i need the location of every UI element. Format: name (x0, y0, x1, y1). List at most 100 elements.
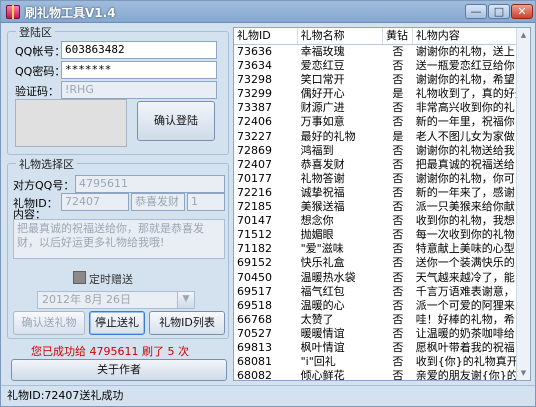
column-header-gift-id[interactable]: 礼物ID (234, 28, 298, 44)
cell-yellow-diamond: 否 (392, 45, 404, 58)
table-row[interactable]: 72869 鸿福到 否谢谢你的礼物送给我 (234, 144, 530, 158)
cell-gift-id: 70147 (237, 214, 272, 228)
table-row[interactable]: 73636 幸福玫瑰 否谢谢你的礼物，送上 (234, 45, 530, 59)
cell-yellow-diamond: 否 (392, 355, 404, 369)
cell-yellow-diamond: 是 (392, 129, 404, 143)
cell-yellow-diamond: 否 (392, 171, 404, 185)
gift-content-textarea[interactable]: 把最真诚的祝福送给你，那就是恭喜发财，以后好运更多礼物给我哦! (13, 219, 225, 259)
cell-gift-id: 72185 (237, 200, 272, 214)
table-row[interactable]: 72406 万事如意 否新的一年里，祝福你 (234, 115, 530, 129)
table-row[interactable]: 70177 礼物答谢 否谢谢你的礼物，你可 (234, 172, 530, 186)
cell-gift-id: 69813 (237, 340, 272, 354)
cell-yellow-diamond: 否 (392, 270, 404, 284)
cell-gift-name: 万事如意 (300, 115, 345, 129)
cell-gift-content: 千言万语难表谢意， (415, 284, 515, 298)
cell-yellow-diamond: 否 (392, 115, 404, 129)
gift-id-input[interactable]: 72407 (61, 193, 129, 211)
table-row[interactable]: 69517 福气红包 否千言万语难表谢意， (234, 285, 530, 299)
timed-send-checkbox[interactable] (73, 271, 86, 284)
cell-gift-content: 愿枫叶带着我的祝福 (415, 340, 515, 354)
cell-yellow-diamond: 否 (392, 340, 404, 354)
gift-name-input[interactable]: 恭喜发财 (131, 193, 185, 211)
cell-gift-id: 72407 (237, 157, 272, 171)
cell-gift-name: 抛媚眼 (300, 228, 334, 242)
gift-id-list-button[interactable]: 礼物ID列表 (149, 311, 225, 335)
table-row[interactable]: 73387 财源广进 否非常高兴收到你的礼 (234, 101, 530, 115)
table-row[interactable]: 72185 美猴送福 否派一只美猴来给你献 (234, 200, 530, 214)
cell-gift-id: 73298 (237, 73, 272, 87)
captcha-input[interactable]: !RHG (61, 81, 217, 99)
table-row[interactable]: 70147 想念你 否收到你的礼物，我想 (234, 214, 530, 228)
about-author-button[interactable]: 关于作者 (11, 359, 227, 381)
minimize-button[interactable]: — (465, 4, 487, 19)
cell-gift-id: 71182 (237, 242, 272, 256)
table-row[interactable]: 72407 恭喜发财 否把最真诚的祝福送给 (234, 158, 530, 172)
cell-gift-name: 恭喜发财 (300, 157, 345, 171)
cell-gift-content: 谢谢你的礼物，希望 (415, 73, 515, 87)
table-row[interactable]: 72216 诚挚祝福 否新的一年来了，感谢 (234, 186, 530, 200)
cell-gift-id: 69518 (237, 298, 272, 312)
table-row[interactable]: 69518 温暖的心 否派一个可爱的阿狸来 (234, 299, 530, 313)
cell-gift-name: 暖暖情谊 (300, 326, 345, 340)
table-row[interactable]: 69813 枫叶情谊 否愿枫叶带着我的祝福 (234, 341, 530, 355)
column-header-gift-content[interactable]: 礼物内容 (413, 28, 530, 44)
cell-gift-id: 70527 (237, 326, 272, 340)
cell-gift-id: 69517 (237, 284, 272, 298)
send-date-picker[interactable]: 2012年 8月 26日 (37, 291, 195, 309)
captcha-image (15, 99, 127, 147)
close-button[interactable]: ✕ (511, 4, 533, 19)
table-row[interactable]: 73634 爱恋红豆 否送一瓶爱恋红豆给你 (234, 59, 530, 73)
confirm-login-button[interactable]: 确认登陆 (137, 101, 215, 141)
captcha-label: 验证码： (15, 85, 59, 98)
column-header-gift-name[interactable]: 礼物名称 (298, 28, 383, 44)
table-row[interactable]: 71512 抛媚眼 否每一次收到你的礼物 (234, 228, 530, 242)
table-row[interactable]: 68081 "i"回礼 否收到{你}的礼物真开 (234, 355, 530, 369)
title-bar: 刷礼物工具V1.4 — □ ✕ (1, 1, 535, 23)
cell-gift-content: 送你一个装满快乐的 (415, 256, 515, 270)
cell-gift-name: "爱"滋味 (300, 242, 344, 256)
table-row[interactable]: 70527 暖暖情谊 否让温暖的奶茶咖啡给 (234, 327, 530, 341)
scroll-up-icon[interactable]: ▲ (518, 29, 529, 41)
target-qq-label: 对方QQ号： (13, 179, 75, 192)
cell-gift-name: 枫叶情谊 (300, 340, 345, 354)
gift-count-input[interactable]: 1 (187, 193, 225, 211)
target-qq-input[interactable]: 4795611 (75, 175, 225, 193)
cell-gift-content: 天气越来越冷了，能 (415, 270, 515, 284)
table-row[interactable]: 68082 倾心鲜花 否亲爱的朋友谢{你}的 (234, 369, 530, 380)
cell-gift-id: 70450 (237, 270, 272, 284)
cell-gift-content: 让温暖的奶茶咖啡给 (415, 326, 515, 340)
cell-gift-content: 谢谢你的礼物，送上 (415, 45, 515, 58)
cell-yellow-diamond: 否 (392, 143, 404, 157)
cell-yellow-diamond: 否 (392, 326, 404, 340)
cell-gift-name: 幸福玫瑰 (300, 45, 345, 58)
cell-gift-content: 每一次收到你的礼物 (415, 228, 515, 242)
stop-send-button[interactable]: 停止送礼 (89, 311, 145, 335)
table-row[interactable]: 73299 偶好开心 是礼物收到了，真的好开 (234, 87, 530, 101)
confirm-send-gift-button[interactable]: 确认送礼物 (13, 311, 85, 335)
table-row[interactable]: 73227 最好的礼物 是老人不图儿女为家做 (234, 130, 530, 144)
table-row[interactable]: 66768 太赞了 否哇！好棒的礼物，希 (234, 313, 530, 327)
cell-gift-content: 送一瓶爱恋红豆给你 (415, 59, 515, 73)
gift-list-view[interactable]: 礼物ID 礼物名称 黄钻 礼物内容 73636 幸福玫瑰否谢谢你的礼物，送上 736… (233, 27, 531, 381)
qq-password-input[interactable]: ******* (61, 61, 217, 79)
maximize-button[interactable]: □ (488, 4, 510, 19)
app-window: 刷礼物工具V1.4 — □ ✕ 登陆区 QQ帐号： 603863482 QQ密码… (0, 0, 536, 407)
cell-yellow-diamond: 否 (392, 284, 404, 298)
cell-gift-id: 71512 (237, 228, 272, 242)
table-row[interactable]: 73298 笑口常开 否谢谢你的礼物，希望 (234, 73, 530, 87)
cell-gift-id: 73636 (237, 45, 272, 58)
qq-account-input[interactable]: 603863482 (61, 41, 217, 59)
table-row[interactable]: 69152 快乐礼盒 否送你一个装满快乐的 (234, 256, 530, 270)
scroll-down-icon[interactable]: ▼ (518, 367, 529, 379)
cell-gift-name: 偶好开心 (300, 87, 345, 101)
table-row[interactable]: 71182 "爱"滋味 否特意献上美味的心型 (234, 242, 530, 256)
gift-list-header: 礼物ID 礼物名称 黄钻 礼物内容 (234, 28, 530, 45)
cell-yellow-diamond: 否 (392, 242, 404, 256)
cell-gift-id: 72869 (237, 143, 272, 157)
table-row[interactable]: 70450 温暖热水袋 否天气越来越冷了，能 (234, 271, 530, 285)
vertical-scrollbar[interactable]: ▲ ▼ (516, 28, 530, 380)
column-header-yellow-diamond[interactable]: 黄钻 (383, 28, 413, 44)
cell-yellow-diamond: 否 (392, 185, 404, 199)
cell-gift-name: 福气红包 (300, 284, 345, 298)
chevron-down-icon[interactable]: ▼ (177, 292, 194, 308)
